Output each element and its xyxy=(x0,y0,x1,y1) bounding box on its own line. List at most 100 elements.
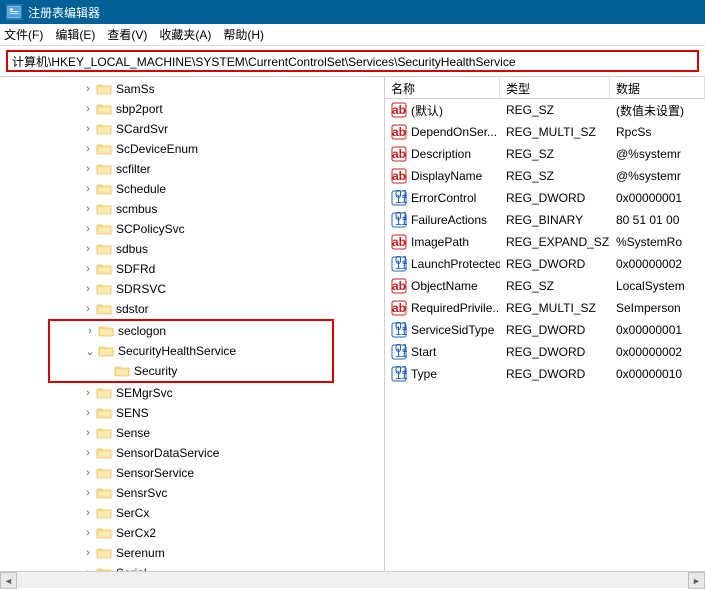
tree-item[interactable]: › Schedule xyxy=(0,179,384,199)
svg-text:ab: ab xyxy=(392,147,406,161)
tree-item[interactable]: › Serial xyxy=(0,563,384,571)
tree-item[interactable]: › sdbus xyxy=(0,239,384,259)
tree-pane[interactable]: › SamSs › sbp2port › SCardSvr › ScDevice… xyxy=(0,77,385,571)
tree-item[interactable]: › SensorDataService xyxy=(0,443,384,463)
highlighted-tree-group: › seclogon ⌄ SecurityHealthService Secur… xyxy=(48,319,334,383)
value-name-cell: ab DisplayName xyxy=(385,168,500,184)
tree-item[interactable]: › SerCx xyxy=(0,503,384,523)
string-value-icon: ab xyxy=(391,234,407,250)
tree-toggle-icon[interactable]: › xyxy=(80,487,96,499)
scroll-right-button[interactable]: ► xyxy=(688,572,705,589)
value-name-cell: 011110 ServiceSidType xyxy=(385,322,500,338)
svg-text:ab: ab xyxy=(392,279,406,293)
registry-value-row[interactable]: ab Description REG_SZ @%systemr xyxy=(385,143,705,165)
registry-value-row[interactable]: 011110 Start REG_DWORD 0x00000002 xyxy=(385,341,705,363)
tree-toggle-icon[interactable]: › xyxy=(80,123,96,135)
tree-item[interactable]: › sbp2port xyxy=(0,99,384,119)
tree-item[interactable]: › SamSs xyxy=(0,79,384,99)
tree-item[interactable]: › seclogon xyxy=(50,321,332,341)
value-name-cell: ab Description xyxy=(385,146,500,162)
tree-label: SensorDataService xyxy=(116,446,219,460)
tree-toggle-icon[interactable]: › xyxy=(80,83,96,95)
folder-icon xyxy=(96,526,112,540)
menu-help[interactable]: 帮助(H) xyxy=(223,26,264,43)
tree-item[interactable]: › SCardSvr xyxy=(0,119,384,139)
registry-value-row[interactable]: 011110 ErrorControl REG_DWORD 0x00000001 xyxy=(385,187,705,209)
value-type-cell: REG_DWORD xyxy=(500,345,610,359)
tree-item[interactable]: › SCPolicySvc xyxy=(0,219,384,239)
tree-item[interactable]: ⌄ SecurityHealthService xyxy=(50,341,332,361)
registry-value-row[interactable]: ab ObjectName REG_SZ LocalSystem xyxy=(385,275,705,297)
value-name: ErrorControl xyxy=(411,191,476,205)
tree-toggle-icon[interactable]: › xyxy=(80,103,96,115)
tree-label: SENS xyxy=(116,406,149,420)
value-type-cell: REG_MULTI_SZ xyxy=(500,125,610,139)
registry-value-row[interactable]: 011110 LaunchProtected REG_DWORD 0x00000… xyxy=(385,253,705,275)
tree-toggle-icon[interactable]: › xyxy=(80,527,96,539)
value-name: Type xyxy=(411,367,437,381)
tree-toggle-icon[interactable]: › xyxy=(80,203,96,215)
registry-value-row[interactable]: 011110 FailureActions REG_BINARY 80 51 0… xyxy=(385,209,705,231)
tree-item[interactable]: › sdstor xyxy=(0,299,384,319)
tree-toggle-icon[interactable]: › xyxy=(80,183,96,195)
registry-value-row[interactable]: ab DisplayName REG_SZ @%systemr xyxy=(385,165,705,187)
tree-toggle-icon[interactable]: › xyxy=(80,223,96,235)
string-value-icon: ab xyxy=(391,300,407,316)
tree-item[interactable]: › ScDeviceEnum xyxy=(0,139,384,159)
tree-label: SensrSvc xyxy=(116,486,167,500)
header-data[interactable]: 数据 xyxy=(610,77,705,98)
folder-icon xyxy=(96,466,112,480)
registry-value-row[interactable]: ab ImagePath REG_EXPAND_SZ %SystemRo xyxy=(385,231,705,253)
tree-item[interactable]: › SDFRd xyxy=(0,259,384,279)
tree-item[interactable]: › SensorService xyxy=(0,463,384,483)
tree-toggle-icon[interactable]: › xyxy=(80,447,96,459)
tree-label: scfilter xyxy=(116,162,151,176)
menu-favorites[interactable]: 收藏夹(A) xyxy=(159,26,211,43)
tree-label: Sense xyxy=(116,426,150,440)
tree-item[interactable]: › Serenum xyxy=(0,543,384,563)
tree-toggle-icon[interactable]: › xyxy=(80,163,96,175)
tree-item[interactable]: Security xyxy=(50,361,332,381)
registry-value-row[interactable]: 011110 Type REG_DWORD 0x00000010 xyxy=(385,363,705,385)
header-name[interactable]: 名称 xyxy=(385,77,500,98)
string-value-icon: ab xyxy=(391,146,407,162)
folder-icon xyxy=(96,282,112,296)
menu-edit[interactable]: 编辑(E) xyxy=(55,26,95,43)
tree-item[interactable]: › scfilter xyxy=(0,159,384,179)
tree-toggle-icon[interactable]: › xyxy=(80,263,96,275)
tree-toggle-icon[interactable]: › xyxy=(80,407,96,419)
registry-value-row[interactable]: ab DependOnSer... REG_MULTI_SZ RpcSs xyxy=(385,121,705,143)
tree-toggle-icon[interactable]: › xyxy=(80,467,96,479)
tree-toggle-icon[interactable]: › xyxy=(80,303,96,315)
header-type[interactable]: 类型 xyxy=(500,77,610,98)
tree-toggle-icon[interactable]: › xyxy=(80,427,96,439)
tree-item[interactable]: › SDRSVC xyxy=(0,279,384,299)
menu-file[interactable]: 文件(F) xyxy=(4,26,43,43)
registry-value-row[interactable]: ab RequiredPrivile... REG_MULTI_SZ SeImp… xyxy=(385,297,705,319)
addressbar[interactable]: 计算机\HKEY_LOCAL_MACHINE\SYSTEM\CurrentCon… xyxy=(6,50,699,72)
tree-toggle-icon[interactable]: › xyxy=(80,243,96,255)
registry-value-row[interactable]: ab (默认) REG_SZ (数值未设置) xyxy=(385,99,705,121)
tree-toggle-icon[interactable]: › xyxy=(80,283,96,295)
scroll-left-button[interactable]: ◄ xyxy=(0,572,17,589)
tree-item[interactable]: › SENS xyxy=(0,403,384,423)
horizontal-scrollbar[interactable]: ◄ ► xyxy=(0,571,705,588)
tree-toggle-icon[interactable]: › xyxy=(80,547,96,559)
scroll-track[interactable] xyxy=(17,572,688,588)
value-data-cell: 0x00000002 xyxy=(610,345,705,359)
registry-value-row[interactable]: 011110 ServiceSidType REG_DWORD 0x000000… xyxy=(385,319,705,341)
tree-item[interactable]: › Sense xyxy=(0,423,384,443)
tree-item[interactable]: › scmbus xyxy=(0,199,384,219)
tree-toggle-icon[interactable]: › xyxy=(80,387,96,399)
tree-toggle-icon[interactable]: › xyxy=(82,325,98,337)
tree-item[interactable]: › SensrSvc xyxy=(0,483,384,503)
tree-item[interactable]: › SerCx2 xyxy=(0,523,384,543)
tree-toggle-icon[interactable]: › xyxy=(80,507,96,519)
menu-view[interactable]: 查看(V) xyxy=(107,26,147,43)
tree-item[interactable]: › SEMgrSvc xyxy=(0,383,384,403)
folder-icon xyxy=(98,324,114,338)
tree-toggle-icon[interactable]: › xyxy=(80,143,96,155)
tree-toggle-icon[interactable]: ⌄ xyxy=(82,345,98,358)
list-body[interactable]: ab (默认) REG_SZ (数值未设置) ab DependOnSer...… xyxy=(385,99,705,571)
folder-icon xyxy=(98,344,114,358)
